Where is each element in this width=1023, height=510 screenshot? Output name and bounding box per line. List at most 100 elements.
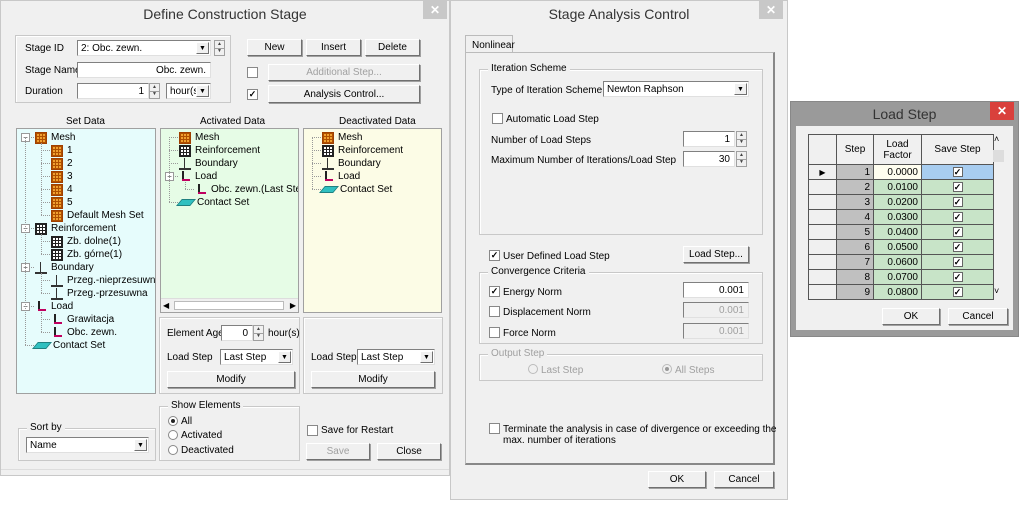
- tree-item[interactable]: 2: [51, 157, 73, 170]
- additional-step-checkbox[interactable]: [247, 67, 258, 78]
- deactivated-data-tree[interactable]: Mesh Reinforcement Boundary Load Contact Set: [303, 128, 442, 313]
- save-for-restart-checkbox[interactable]: [307, 425, 318, 436]
- tree-item[interactable]: 4: [51, 183, 73, 196]
- stage-id-spinner[interactable]: ▲ ▼: [214, 40, 225, 56]
- tree-item[interactable]: Boundary: [35, 261, 94, 274]
- load-step-table[interactable]: Step Load Factor Save Step ▶ 1 0.0000 ✓ 2 0.01…: [808, 134, 994, 300]
- table-row[interactable]: 3 0.0200 ✓: [808, 194, 994, 210]
- table-row[interactable]: ▶ 1 0.0000 ✓: [808, 164, 994, 180]
- iteration-type-dropdown[interactable]: Newton Raphson ▼: [603, 81, 749, 97]
- insert-button[interactable]: Insert: [306, 39, 361, 56]
- row-header[interactable]: [808, 209, 837, 225]
- max-iterations-input[interactable]: 30: [683, 151, 735, 167]
- row-header[interactable]: [808, 239, 837, 255]
- table-row[interactable]: 2 0.0100 ✓: [808, 179, 994, 195]
- scrollbar-thumb[interactable]: [993, 150, 1004, 162]
- tree-item[interactable]: Grawitacja: [51, 313, 114, 326]
- tree-item[interactable]: Boundary: [179, 157, 238, 170]
- tree-item[interactable]: Mesh: [179, 131, 219, 144]
- row-header[interactable]: [808, 254, 837, 270]
- scroll-right-icon[interactable]: ▶: [290, 301, 296, 310]
- number-of-load-steps-input[interactable]: 1: [683, 131, 735, 147]
- row-header[interactable]: ▶: [808, 164, 837, 180]
- all-steps-radio[interactable]: [662, 364, 672, 374]
- scroll-up-icon[interactable]: ˄: [994, 134, 999, 144]
- tree-item[interactable]: 5: [51, 196, 73, 209]
- cancel-button[interactable]: Cancel: [948, 308, 1008, 325]
- save-step-column-header[interactable]: Save Step: [921, 134, 994, 165]
- ok-button[interactable]: OK: [882, 308, 940, 325]
- close-icon[interactable]: ✕: [990, 102, 1014, 120]
- cancel-button[interactable]: Cancel: [714, 471, 774, 488]
- energy-norm-checkbox[interactable]: ✓: [489, 286, 500, 297]
- analysis-control-checkbox[interactable]: ✓: [247, 89, 258, 100]
- load-factor-cell[interactable]: 0.0400: [873, 224, 922, 240]
- save-step-cell[interactable]: ✓: [921, 179, 994, 195]
- tree-item[interactable]: Zb. górne(1): [51, 248, 122, 261]
- last-step-radio[interactable]: [528, 364, 538, 374]
- save-button[interactable]: Save: [306, 443, 370, 460]
- show-deactivated-radio[interactable]: [168, 445, 178, 455]
- tree-item[interactable]: Contact Set: [319, 183, 392, 196]
- element-age-spinner[interactable]: ▲ ▼: [253, 325, 264, 341]
- force-norm-input[interactable]: 0.001: [683, 323, 749, 339]
- tab-nonlinear[interactable]: Nonlinear: [465, 35, 515, 53]
- stage-id-dropdown[interactable]: 2: Obc. zewn. ▼: [77, 40, 211, 56]
- save-step-checkbox[interactable]: ✓: [952, 181, 963, 192]
- table-row[interactable]: 4 0.0300 ✓: [808, 209, 994, 225]
- duration-spinner[interactable]: ▲ ▼: [149, 83, 160, 99]
- table-row[interactable]: 8 0.0700 ✓: [808, 269, 994, 285]
- row-header[interactable]: [808, 194, 837, 210]
- save-step-cell[interactable]: ✓: [921, 284, 994, 300]
- close-icon[interactable]: ✕: [759, 1, 783, 19]
- show-all-radio[interactable]: [168, 416, 178, 426]
- save-step-cell[interactable]: ✓: [921, 209, 994, 225]
- save-step-checkbox[interactable]: ✓: [952, 211, 963, 222]
- displacement-norm-checkbox[interactable]: [489, 306, 500, 317]
- load-factor-cell[interactable]: 0.0700: [873, 269, 922, 285]
- duration-unit-dropdown[interactable]: hour(s ▼: [166, 83, 211, 99]
- tree-item[interactable]: Contact Set: [32, 339, 105, 352]
- displacement-norm-input[interactable]: 0.001: [683, 302, 749, 318]
- automatic-load-step-checkbox[interactable]: [492, 113, 503, 124]
- load-factor-cell[interactable]: 0.0000: [873, 164, 922, 180]
- load-factor-cell[interactable]: 0.0800: [873, 284, 922, 300]
- load-factor-cell[interactable]: 0.0200: [873, 194, 922, 210]
- table-row[interactable]: 9 0.0800 ✓: [808, 284, 994, 300]
- tree-item[interactable]: Przeg.-przesuwna: [51, 287, 148, 300]
- row-header[interactable]: [808, 269, 837, 285]
- row-header[interactable]: [808, 224, 837, 240]
- load-factor-cell[interactable]: 0.0500: [873, 239, 922, 255]
- tree-item[interactable]: Obc. zewn.(Last Step): [195, 183, 298, 196]
- energy-norm-input[interactable]: 0.001: [683, 282, 749, 298]
- scrollbar-thumb[interactable]: [174, 301, 284, 310]
- save-step-checkbox[interactable]: ✓: [952, 286, 963, 297]
- save-step-checkbox[interactable]: ✓: [952, 196, 963, 207]
- user-defined-load-step-checkbox[interactable]: ✓: [489, 250, 500, 261]
- new-button[interactable]: New: [247, 39, 302, 56]
- save-step-cell[interactable]: ✓: [921, 269, 994, 285]
- row-header[interactable]: [808, 284, 837, 300]
- tree-item[interactable]: Default Mesh Set: [51, 209, 144, 222]
- load-factor-column-header[interactable]: Load Factor: [873, 134, 922, 165]
- element-age-input[interactable]: 0: [221, 325, 253, 341]
- vertical-scrollbar[interactable]: ˄ ˅: [992, 134, 1005, 296]
- sort-by-dropdown[interactable]: Name ▼: [26, 437, 149, 453]
- load-factor-cell[interactable]: 0.0300: [873, 209, 922, 225]
- stage-name-input[interactable]: Obc. zewn.: [77, 62, 211, 78]
- additional-step-button[interactable]: Additional Step...: [268, 64, 420, 81]
- deactivated-modify-button[interactable]: Modify: [311, 371, 435, 388]
- tree-item[interactable]: Zb. dolne(1): [51, 235, 121, 248]
- table-row[interactable]: 5 0.0400 ✓: [808, 224, 994, 240]
- save-step-checkbox[interactable]: ✓: [952, 256, 963, 267]
- terminate-analysis-checkbox[interactable]: [489, 423, 500, 434]
- tree-item[interactable]: Reinforcement: [179, 144, 260, 157]
- horizontal-scrollbar[interactable]: ◀ ▶: [161, 298, 298, 312]
- tree-item[interactable]: Reinforcement: [35, 222, 116, 235]
- scroll-down-icon[interactable]: ˅: [994, 286, 999, 296]
- duration-input[interactable]: 1: [77, 83, 149, 99]
- show-activated-radio[interactable]: [168, 430, 178, 440]
- save-step-checkbox[interactable]: ✓: [952, 271, 963, 282]
- save-step-cell[interactable]: ✓: [921, 254, 994, 270]
- tree-item[interactable]: Contact Set: [176, 196, 249, 209]
